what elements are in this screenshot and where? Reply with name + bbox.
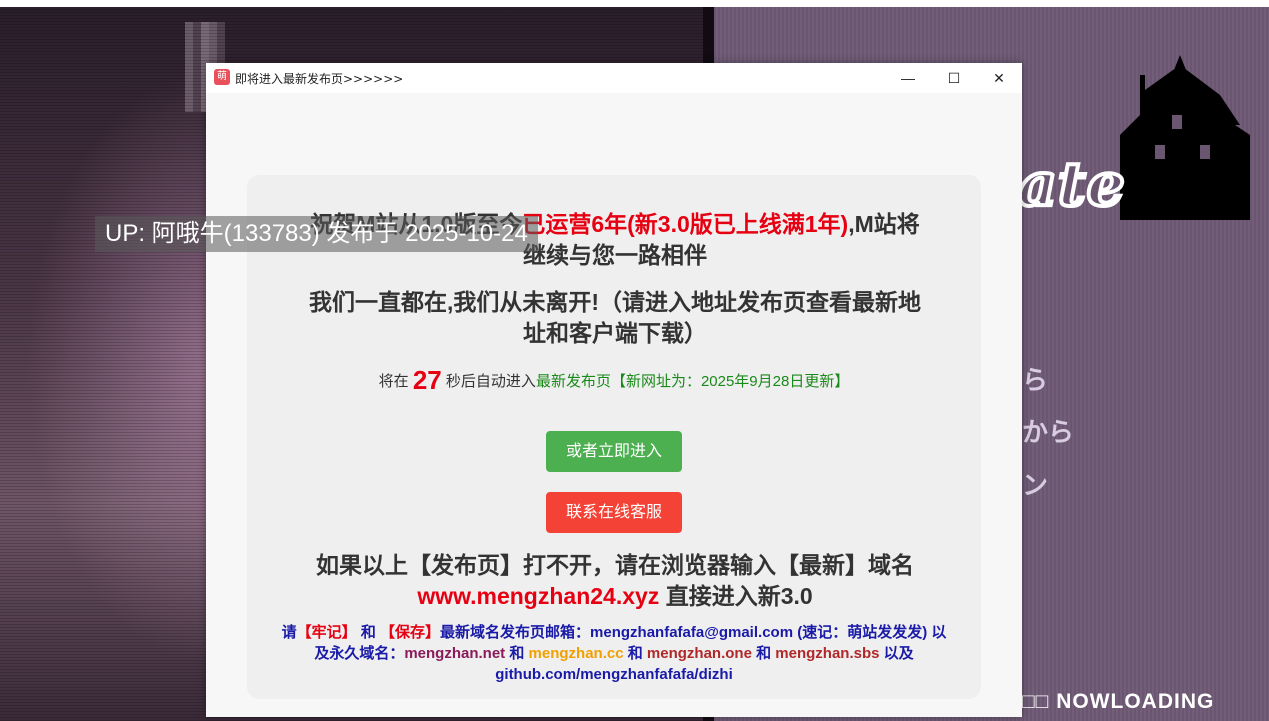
fallback-tail: 直接进入新3.0 [665, 583, 813, 609]
maximize-button[interactable]: ☐ [931, 63, 977, 93]
fallback-line: 如果以上【发布页】打不开，请在浏览器输入【最新】域名 [316, 552, 914, 578]
menu-text-2: から [1022, 417, 1075, 447]
app-icon: 萌 [214, 69, 230, 85]
menu-text-1: ら [1022, 365, 1049, 395]
domain-cc[interactable]: mengzhan.cc [529, 645, 624, 662]
enter-now-button[interactable]: 或者立即进入 [546, 431, 682, 472]
fallback-domain[interactable]: www.mengzhan24.xyz [417, 583, 659, 609]
close-button[interactable]: ✕ [976, 63, 1022, 93]
domain-sbs[interactable]: mengzhan.sbs [775, 645, 879, 662]
note-and-4: 和 [756, 645, 772, 662]
domain-one[interactable]: mengzhan.one [647, 645, 752, 662]
countdown-value: 27 [412, 365, 442, 395]
note-prefix: 请 [281, 624, 297, 641]
top-strip [0, 0, 1269, 7]
uploader-overlay: UP: 阿哦牛(133783) 发布于 2025-10-24 [95, 216, 538, 252]
window-title: 即将进入最新发布页>>>>>> [235, 72, 404, 86]
countdown-prefix: 将在 [378, 373, 409, 390]
minimize-button[interactable]: — [885, 63, 931, 93]
release-page-link[interactable]: 最新发布页【新网址为：2025年9月28日更新】 [536, 373, 849, 390]
now-loading-label: □□ NOWLOADING [1022, 690, 1215, 713]
note-save: 【保存】 [380, 624, 441, 641]
game-logo-text: ate [1016, 148, 1127, 222]
menu-text-3: ン [1022, 470, 1049, 500]
popup-window: 萌 即将进入最新发布页>>>>>> — ☐ ✕ 祝贺M站从1.0版至今已运营6年… [206, 63, 1022, 717]
note-and-1: 和 [360, 624, 376, 641]
countdown-suffix: 秒后自动进入 [445, 373, 536, 390]
domain-net[interactable]: mengzhan.net [404, 645, 505, 662]
fallback-domain-line: www.mengzhan24.xyz 直接进入新3.0 [307, 581, 923, 612]
countdown-line: 将在 27 秒后自动进入最新发布页【新网址为：2025年9月28日更新】 [267, 365, 961, 396]
always-here-headline: 我们一直都在,我们从未离开!（请进入地址发布页查看最新地址和客户端下载） [308, 289, 922, 346]
note-keep: 【牢记】 [296, 624, 357, 641]
online-service-button[interactable]: 联系在线客服 [546, 492, 682, 533]
note-and-2: 和 [509, 645, 525, 662]
fallback-instructions: 如果以上【发布页】打不开，请在浏览器输入【最新】域名 www.mengzhan2… [307, 550, 923, 612]
headline-highlight: 已运营6年(新3.0版已上线满1年) [522, 211, 849, 237]
announcement-card: 祝贺M站从1.0版至今已运营6年(新3.0版已上线满1年),M站将继续与您一路相… [247, 175, 981, 699]
note-and-3: 和 [627, 645, 643, 662]
domain-note: 请【牢记】 和 【保存】最新域名发布页邮箱：mengzhanfafafa@gma… [277, 622, 951, 685]
window-titlebar[interactable]: 萌 即将进入最新发布页>>>>>> — ☐ ✕ [206, 63, 1022, 93]
